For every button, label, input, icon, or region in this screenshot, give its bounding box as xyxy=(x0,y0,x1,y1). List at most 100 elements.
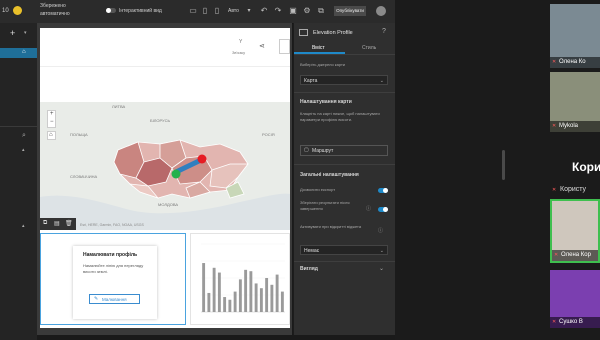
route-icon: ▢ xyxy=(304,147,309,153)
interactive-view-label: Інтерактивний вид xyxy=(119,8,162,14)
app-toolbar: 10 Збережено автоматично Інтерактивний в… xyxy=(0,0,395,24)
chart-bar xyxy=(249,271,253,312)
delete-icon[interactable]: 🗑 xyxy=(65,220,73,227)
draw-profile-text: Намалюйте лінію для перегляду висоти зем… xyxy=(83,263,144,274)
participant-tile[interactable]: ✕ Сушко В xyxy=(550,270,600,328)
participants-heading: Кори xyxy=(572,160,600,174)
mic-muted-icon: ✕ xyxy=(554,252,559,258)
redo-icon[interactable]: ↷ xyxy=(273,6,283,16)
participant-name: Сушко В xyxy=(559,319,583,325)
tab-content-label: Вміст xyxy=(312,45,325,51)
map-settings-label: Налаштування карти xyxy=(300,99,352,105)
share-icon[interactable]: ⋖ xyxy=(259,42,265,50)
map-widget[interactable]: ЛИТВА БІЛОРУСЬ ПОЛЬЩА СЛОВАЧЧИНА МОЛДОВА… xyxy=(40,102,290,230)
chevron-down-icon[interactable]: ⌄ xyxy=(379,265,384,272)
add-icon[interactable]: + xyxy=(10,28,15,38)
participant-name: Mykola xyxy=(559,123,579,129)
map-label-moldova: МОЛДОВА xyxy=(158,202,179,207)
participant-name-bar: ✕ Олена Кор xyxy=(552,250,598,261)
settings-icon[interactable]: ⚙ xyxy=(302,6,312,16)
share-caption: Зв'язку xyxy=(232,50,246,55)
mic-muted-icon: ✕ xyxy=(552,123,557,129)
zoom-chevron-icon[interactable]: ▾ xyxy=(244,6,254,16)
info-icon[interactable]: ⓘ xyxy=(366,205,371,212)
map-select-value: Карта xyxy=(304,78,318,84)
elevation-profile-icon xyxy=(299,29,308,36)
participant-tile[interactable]: ✕ Олена Ко xyxy=(550,4,600,68)
activate-label: Активувати при відкритті віджета xyxy=(300,224,362,229)
builder-sidebar: + ▾ ⌂ ⌕ ▴ ▴ xyxy=(0,23,37,340)
chevron-down-icon[interactable]: ▾ xyxy=(24,30,27,36)
chart-bar xyxy=(259,288,263,312)
active-speaker-tile[interactable]: ✕ Олена Кор xyxy=(550,199,600,263)
header-widget-placeholder[interactable] xyxy=(279,39,290,54)
user-avatar[interactable] xyxy=(376,6,386,16)
chart-bar xyxy=(280,291,284,312)
route-button[interactable]: ▢ Маршрут xyxy=(300,145,388,156)
duplicate-icon[interactable]: ▤ xyxy=(54,220,60,227)
draw-button[interactable]: ✎ Малювання xyxy=(89,294,140,304)
activate-select[interactable]: Немає ⌄ xyxy=(300,245,388,255)
chevron-down-icon: ⌄ xyxy=(379,248,384,254)
zoom-out-icon[interactable]: − xyxy=(50,119,54,125)
desktop-view-icon[interactable]: ▭ xyxy=(188,6,198,16)
map-settings-text: Клацніть на карті нижче, щоб налаштувати… xyxy=(300,111,380,122)
bar-chart xyxy=(201,243,285,313)
save-results-toggle[interactable] xyxy=(378,207,388,212)
page-list-item-home[interactable]: ⌂ xyxy=(0,48,37,58)
experience-builder-icon[interactable] xyxy=(13,6,22,15)
chart-widget[interactable] xyxy=(190,233,290,325)
panel-resize-handle[interactable] xyxy=(502,150,505,180)
route-button-label: Маршрут xyxy=(312,148,334,154)
view-section-label[interactable]: Вигляд xyxy=(300,266,318,272)
draw-button-label: Малювання xyxy=(102,297,127,302)
participant-name-bar: ✕ Олена Ко xyxy=(550,57,600,68)
save-results-label: Зберігати результати після завершення xyxy=(300,200,350,211)
elevation-profile-widget[interactable]: Намалювати профіль Намалюйте лінію для п… xyxy=(40,233,186,325)
save-status: Збережено xyxy=(40,3,66,9)
save-status-detail: автоматично xyxy=(40,11,70,17)
panel-title: Elevation Profile xyxy=(313,30,353,36)
filter-icon[interactable]: Y xyxy=(239,39,242,45)
general-settings-label: Загальні налаштування xyxy=(300,172,359,178)
settings-panel: Elevation Profile ? Вміст Стиль Виберіть… xyxy=(293,23,396,335)
allow-export-toggle[interactable] xyxy=(378,188,388,193)
interactive-toggle[interactable] xyxy=(106,8,116,13)
chart-bar xyxy=(233,291,237,312)
mic-muted-icon: ✕ xyxy=(552,319,557,325)
chart-bar xyxy=(207,292,211,312)
preview-icon[interactable]: ⧉ xyxy=(316,6,326,16)
publish-button[interactable]: Опублікувати xyxy=(334,6,366,16)
undo-icon[interactable]: ↶ xyxy=(259,6,269,16)
chart-bar xyxy=(202,263,206,312)
home-extent-button[interactable]: ⌂ xyxy=(47,131,56,140)
map-label-belarus: БІЛОРУСЬ xyxy=(150,118,171,123)
chart-bar xyxy=(244,269,248,312)
search-icon[interactable]: ⌕ xyxy=(22,132,26,140)
select-map-label: Виберіть джерело карти xyxy=(300,62,346,67)
mobile-view-icon[interactable]: ▯ xyxy=(212,6,222,16)
participant-name: Олена Кор xyxy=(561,252,591,258)
help-icon[interactable]: ? xyxy=(382,28,386,35)
home-icon: ⌂ xyxy=(22,49,26,55)
mic-muted-icon: ✕ xyxy=(552,187,557,193)
chevron-up-icon[interactable]: ▴ xyxy=(22,147,25,153)
map-select[interactable]: Карта ⌄ xyxy=(300,75,388,85)
end-marker xyxy=(197,154,207,164)
participant-tile[interactable]: ✕ Mykola xyxy=(550,72,600,132)
tablet-view-icon[interactable]: ▯ xyxy=(200,6,210,16)
zoom-select[interactable]: Авто xyxy=(228,8,239,14)
divider xyxy=(294,54,396,55)
participant-name-bar: ✕ Mykola xyxy=(550,121,600,132)
map-label-slovakia: СЛОВАЧЧИНА xyxy=(70,174,98,179)
tab-style[interactable]: Стиль xyxy=(345,42,396,54)
info-icon[interactable]: ⓘ xyxy=(378,227,383,234)
collapse-icon[interactable]: ▴ xyxy=(22,223,25,229)
participant-row[interactable]: ✕ Користу xyxy=(550,184,600,196)
zoom-in-icon[interactable]: + xyxy=(50,111,54,117)
save-icon[interactable]: ▣ xyxy=(288,6,298,16)
tab-content[interactable]: Вміст xyxy=(294,42,345,54)
chart-bar xyxy=(217,272,221,312)
divider xyxy=(294,164,396,165)
copy-icon[interactable]: ⧉ xyxy=(43,220,47,227)
